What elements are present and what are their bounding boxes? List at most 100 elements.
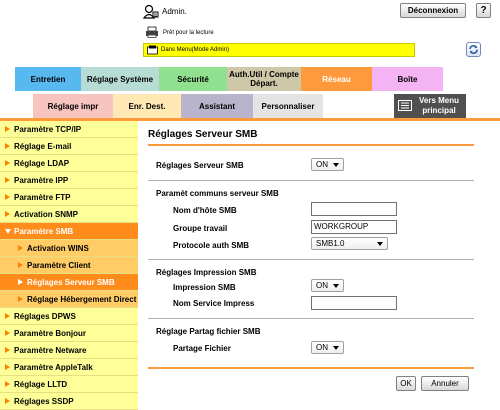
sidebar-item[interactable]: Réglage LDAP <box>0 155 138 172</box>
sidebar-item[interactable]: Paramètre AppleTalk <box>0 359 138 376</box>
arrow-right-icon <box>18 262 23 268</box>
arrow-right-icon <box>18 245 23 251</box>
sidebar-item[interactable]: Réglage LLTD <box>0 376 138 393</box>
arrow-down-icon <box>5 229 11 234</box>
logout-button[interactable]: Déconnexion <box>400 3 466 18</box>
arrow-right-icon <box>5 398 10 404</box>
sidebar-item[interactable]: Réglages SSDP <box>0 393 138 410</box>
sidebar-item[interactable]: Paramètre Bonjour <box>0 325 138 342</box>
file-sharing-label: Partage Fichier <box>173 344 231 353</box>
sidebar-item[interactable]: Réglage E-mail <box>0 138 138 155</box>
sidebar-item[interactable]: Réglages DPWS <box>0 308 138 325</box>
workgroup-input[interactable]: WORKGROUP <box>311 220 397 234</box>
sidebar-item-label: Réglage Hébergement Direct <box>27 295 137 304</box>
sidebar-item[interactable]: Réglages Serveur SMB <box>0 274 138 291</box>
tab-maintenance[interactable]: Entretien <box>15 67 81 91</box>
file-sharing-select[interactable]: ON <box>311 341 344 354</box>
tab-system-settings[interactable]: Réglage Système <box>81 67 159 91</box>
tab-security[interactable]: Sécurité <box>159 67 227 91</box>
arrow-right-icon <box>5 160 10 166</box>
arrow-right-icon <box>5 330 10 336</box>
top-menu-label: Vers Menu principal <box>418 96 459 115</box>
printer-icon <box>146 26 158 38</box>
arrow-right-icon <box>5 381 10 387</box>
sidebar-item[interactable]: Paramètre Netware <box>0 342 138 359</box>
admin-mode-bar: Dans Menu(Mode Admin) <box>143 43 415 57</box>
workgroup-label: Groupe travail <box>173 224 228 233</box>
sidebar-item[interactable]: Paramètre Client <box>0 257 138 274</box>
chevron-down-icon <box>377 242 383 246</box>
auth-protocol-value: SMB1.0 <box>316 239 345 248</box>
smb-hostname-input[interactable] <box>311 202 397 216</box>
smb-print-value: ON <box>316 281 328 290</box>
sidebar-item-label: Activation WINS <box>27 244 89 253</box>
to-top-menu-button[interactable]: Vers Menu principal <box>394 94 466 118</box>
sidebar-item[interactable]: Paramètre FTP <box>0 189 138 206</box>
sidebar-item-label: Paramètre TCP/IP <box>14 125 82 134</box>
admin-user-label: Admin. <box>162 7 187 16</box>
auth-protocol-select[interactable]: SMB1.0 <box>311 237 388 250</box>
smb-server-select[interactable]: ON <box>311 158 344 171</box>
refresh-icon <box>469 45 478 54</box>
smb-print-select[interactable]: ON <box>311 279 344 292</box>
refresh-button[interactable] <box>466 42 481 57</box>
chevron-down-icon <box>333 346 339 350</box>
sidebar-item[interactable]: Réglage Hébergement Direct <box>0 291 138 308</box>
admin-mode-label: Dans Menu(Mode Admin) <box>161 47 230 53</box>
smb-server-label: Réglages Serveur SMB <box>156 161 244 170</box>
section-divider <box>148 318 474 319</box>
help-button[interactable]: ? <box>476 3 491 18</box>
sidebar-item-label: Paramètre SMB <box>14 227 74 236</box>
sidebar-item-label: Paramètre Client <box>27 261 91 270</box>
smb-hostname-label: Nom d'hôte SMB <box>173 206 237 215</box>
sidebar-item-label: Paramètre IPP <box>14 176 69 185</box>
sidebar-item-label: Réglage E-mail <box>14 142 72 151</box>
tab-store-address[interactable]: Enr. Dest. <box>113 94 181 118</box>
ok-button[interactable]: OK <box>396 376 416 391</box>
arrow-right-icon <box>5 313 10 319</box>
arrow-right-icon <box>5 177 10 183</box>
arrow-right-icon <box>5 364 10 370</box>
arrow-right-icon <box>5 194 10 200</box>
sidebar-item-label: Réglage LDAP <box>14 159 70 168</box>
chevron-down-icon <box>333 284 339 288</box>
sidebar-item[interactable]: Paramètre TCP/IP <box>0 121 138 138</box>
footer-divider <box>148 367 474 369</box>
sidebar-item-label: Paramètre AppleTalk <box>14 363 93 372</box>
print-service-name-input[interactable] <box>311 296 397 310</box>
common-settings-section-title: Paramèt communs serveur SMB <box>156 189 279 198</box>
tab-user-auth[interactable]: Auth.Util / Compte Départ. <box>227 67 301 91</box>
tab-network[interactable]: Réseau <box>301 67 372 91</box>
file-sharing-value: ON <box>316 343 328 352</box>
section-divider <box>148 259 474 260</box>
auth-protocol-label: Protocole auth SMB <box>173 241 250 250</box>
sidebar-item-label: Activation SNMP <box>14 210 79 219</box>
sidebar-item[interactable]: Activation SNMP <box>0 206 138 223</box>
tab-box[interactable]: Boîte <box>372 67 443 91</box>
arrow-right-icon <box>18 279 23 285</box>
arrow-right-icon <box>5 211 10 217</box>
sidebar-item-label: Réglages SSDP <box>14 397 74 406</box>
title-divider <box>148 144 474 146</box>
section-divider <box>148 180 474 181</box>
sidebar-item-label: Réglages Serveur SMB <box>27 278 115 287</box>
sidebar-item[interactable]: Activation WINS <box>0 240 138 257</box>
cancel-button[interactable]: Annuler <box>421 376 469 391</box>
sidebar-item-label: Réglages DPWS <box>14 312 76 321</box>
sidebar-item[interactable]: Paramètre IPP <box>0 172 138 189</box>
arrow-right-icon <box>5 347 10 353</box>
print-service-name-label: Nom Service Impress <box>173 299 255 308</box>
tab-customize[interactable]: Personnaliser <box>253 94 323 118</box>
printer-status-text: Prêt pour la lecture <box>163 30 214 36</box>
print-settings-section-title: Réglages Impression SMB <box>156 268 257 277</box>
sidebar-item[interactable]: Paramètre SMB <box>0 223 138 240</box>
page-title: Réglages Serveur SMB <box>148 129 258 140</box>
chevron-down-icon <box>333 163 339 167</box>
arrow-right-icon <box>5 126 10 132</box>
tab-print-settings[interactable]: Réglage impr <box>33 94 113 118</box>
sidebar-item-label: Paramètre Bonjour <box>14 329 87 338</box>
arrow-right-icon <box>18 296 23 302</box>
tab-wizard[interactable]: Assistant <box>181 94 253 118</box>
sidebar-item-label: Paramètre FTP <box>14 193 71 202</box>
admin-user-icon <box>143 4 159 19</box>
